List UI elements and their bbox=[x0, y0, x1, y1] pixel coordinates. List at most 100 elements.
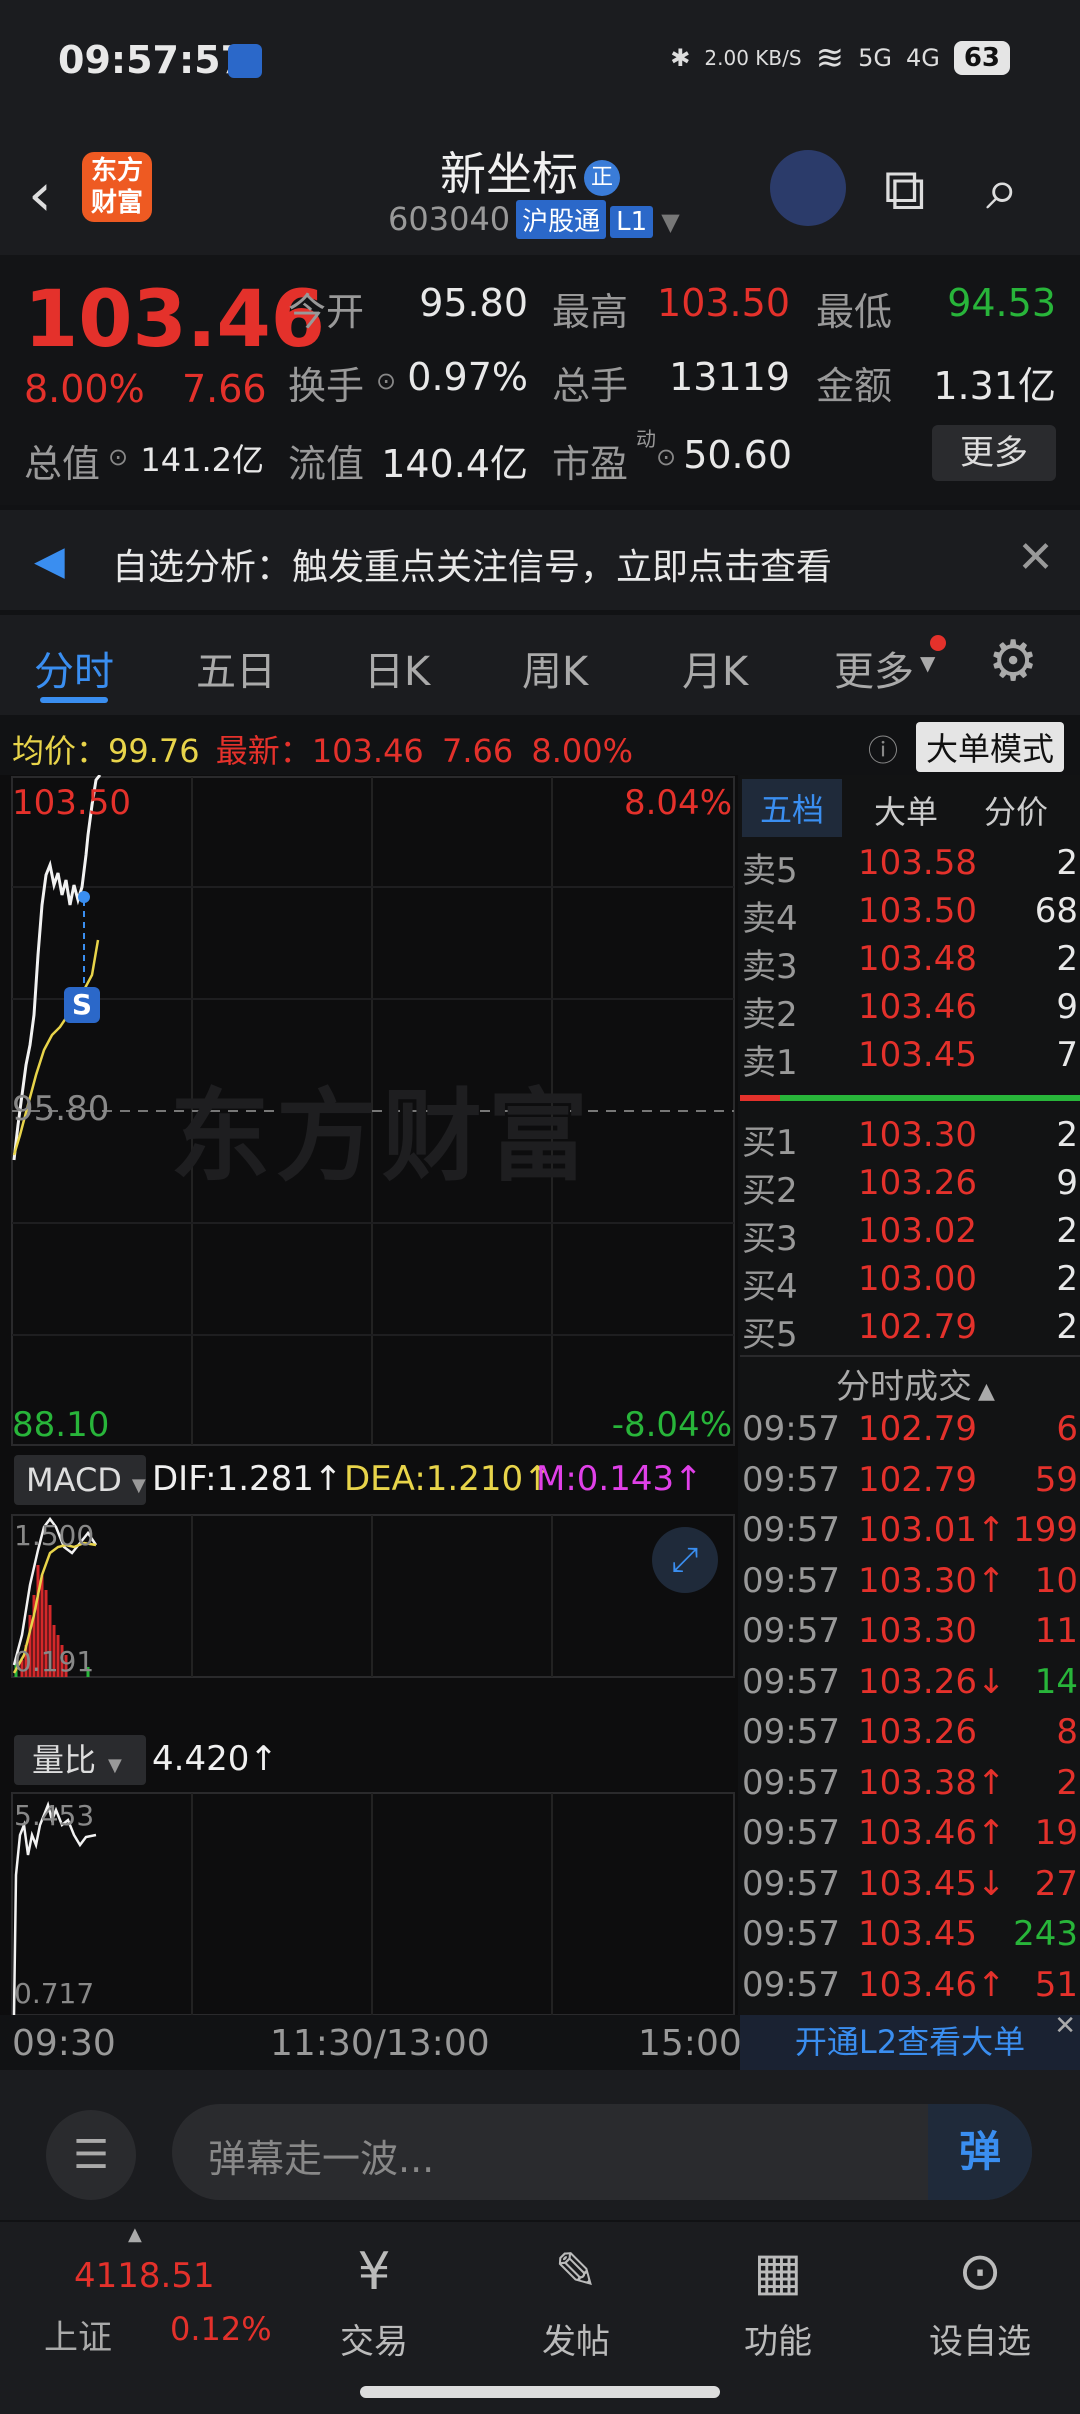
share-icon[interactable]: ⧉ bbox=[884, 155, 925, 224]
close-icon[interactable]: ✕ bbox=[1054, 2011, 1076, 2041]
tab-week-k[interactable]: 周K bbox=[522, 639, 588, 697]
nav-trade[interactable]: ¥ 交易 bbox=[294, 2242, 454, 2363]
index-ticker[interactable]: 4118.51 bbox=[74, 2256, 215, 2296]
info-icon[interactable]: ⊙ bbox=[108, 443, 128, 471]
big-order-mode-button[interactable]: 大单模式 bbox=[915, 722, 1064, 772]
trade-row: 09:57 103.46↑ 19 bbox=[740, 1813, 1080, 1863]
sell-level-row[interactable]: 卖2 103.46 9 bbox=[740, 987, 1080, 1035]
nav-post[interactable]: ✎ 发帖 bbox=[496, 2242, 656, 2363]
chevron-down-icon: ▼ bbox=[131, 1475, 146, 1496]
macd-selector[interactable]: MACD ▼ bbox=[14, 1455, 146, 1505]
status-time: 09:57:57 bbox=[58, 38, 248, 82]
pe-label: 市盈 bbox=[552, 442, 629, 486]
vr-value: 4.420↑ bbox=[152, 1739, 278, 1779]
search-icon[interactable]: ⌕ bbox=[986, 155, 1018, 224]
danmaku-toggle-button[interactable]: 弹 bbox=[928, 2104, 1032, 2200]
signal-4g: 4G bbox=[905, 44, 940, 72]
vr-selector[interactable]: 量比 ▼ bbox=[14, 1735, 146, 1785]
tab-more[interactable]: 更多 bbox=[834, 639, 914, 697]
nav-functions[interactable]: ▦ 功能 bbox=[698, 2242, 858, 2363]
trade-price: 103.46↑ bbox=[858, 1964, 1006, 2005]
tab-intraday[interactable]: 分时 bbox=[34, 639, 114, 697]
amount-value: 1.31亿 bbox=[933, 364, 1056, 408]
buy-level-row[interactable]: 买1 103.30 2 bbox=[740, 1115, 1080, 1163]
tab-five-levels[interactable]: 五档 bbox=[742, 779, 843, 837]
pe-sup: 动 bbox=[636, 427, 656, 451]
order-book-panel: 五档 大单 分价 卖5 103.58 2 卖4 103.50 68 卖3 103.48 2 卖2 1… bbox=[740, 775, 1080, 2070]
level-price: 103.30 bbox=[858, 1115, 977, 1155]
info-icon[interactable]: ⊙ bbox=[376, 367, 396, 395]
signal-s-marker[interactable]: S bbox=[64, 987, 100, 1023]
gear-icon[interactable]: ⚙ bbox=[988, 629, 1038, 694]
notice-banner[interactable]: ◀ 自选分析：触发重点关注信号，立即点击查看 ✕ bbox=[0, 510, 1080, 610]
notification-dot bbox=[930, 635, 946, 651]
tab-day-k[interactable]: 日K bbox=[364, 639, 430, 697]
l2-upgrade-button[interactable]: 开通L2查看大单 ✕ bbox=[740, 2011, 1080, 2070]
chart-top-pct: 8.04% bbox=[623, 783, 732, 823]
tab-five-day[interactable]: 五日 bbox=[196, 639, 276, 697]
home-indicator[interactable] bbox=[360, 2386, 720, 2398]
signal-5g: 5G bbox=[858, 44, 892, 72]
more-button[interactable]: 更多 bbox=[932, 425, 1056, 481]
robot-assistant-icon[interactable] bbox=[770, 150, 846, 226]
buy-level-row[interactable]: 买4 103.00 2 bbox=[740, 1259, 1080, 1307]
level-label: 卖1 bbox=[742, 1043, 798, 1083]
chart-tabs: 分时 五日 日K 周K 月K 更多 ▼ ⚙ bbox=[0, 615, 1080, 715]
macd-top: 1.500 bbox=[14, 1519, 95, 1552]
nav-add-watchlist[interactable]: ⊙ 设自选 bbox=[900, 2242, 1060, 2363]
trade-time: 09:57 bbox=[742, 1510, 840, 1550]
buy-level-row[interactable]: 买2 103.26 9 bbox=[740, 1163, 1080, 1211]
chevron-down-icon: ▼ bbox=[661, 208, 680, 236]
expand-icon[interactable]: ⤢ bbox=[652, 1527, 718, 1593]
chart-bottom-price: 88.10 bbox=[12, 1405, 110, 1445]
sell-level-row[interactable]: 卖4 103.50 68 bbox=[740, 891, 1080, 939]
logo-line2: 财富 bbox=[90, 188, 143, 218]
tab-big-orders[interactable]: 大单 bbox=[874, 787, 938, 833]
trade-icon: ¥ bbox=[357, 2242, 391, 2302]
volume-label: 总手 bbox=[552, 364, 629, 408]
buy-level-row[interactable]: 买3 103.02 2 bbox=[740, 1211, 1080, 1259]
trade-row: 09:57 103.26 8 bbox=[740, 1712, 1080, 1762]
status-bar: 09:57:57 ✱ 2.00 KB/S ≋ 5G 4G 63 bbox=[0, 0, 1080, 130]
nav-post-label: 发帖 bbox=[542, 2322, 610, 2362]
sell-level-row[interactable]: 卖3 103.48 2 bbox=[740, 939, 1080, 987]
latest-label: 最新： bbox=[215, 732, 312, 770]
notice-text[interactable]: 自选分析：触发重点关注信号，立即点击查看 bbox=[112, 538, 832, 590]
stock-code[interactable]: 603040 沪股通 L1 ▼ bbox=[388, 200, 680, 239]
intraday-chart[interactable]: 东方财富 103.50 8.04% 95.80 88.10 -8.04% S M… bbox=[0, 775, 738, 2015]
trade-volume: 11 bbox=[1034, 1611, 1078, 1651]
level-volume: 2 bbox=[1056, 843, 1078, 883]
info-icon[interactable]: ⊙ bbox=[656, 443, 676, 471]
edit-icon: ✎ bbox=[554, 2242, 598, 2302]
turnover-value: 0.97% bbox=[407, 355, 528, 399]
trade-row: 09:57 103.45↓ 27 bbox=[740, 1864, 1080, 1914]
tab-month-k[interactable]: 月K bbox=[682, 639, 748, 697]
level-price: 103.45 bbox=[858, 1035, 977, 1075]
comment-input[interactable]: 弹幕走一波... 弹 bbox=[172, 2104, 1032, 2200]
help-icon[interactable]: ⓘ bbox=[868, 726, 898, 770]
macd-label: MACD bbox=[26, 1461, 122, 1499]
trade-volume: 51 bbox=[1034, 1964, 1078, 2005]
buy-level-row[interactable]: 买5 102.79 2 bbox=[740, 1307, 1080, 1355]
sell-level-row[interactable]: 卖1 103.45 7 bbox=[740, 1035, 1080, 1083]
level-label: 买2 bbox=[742, 1171, 798, 1211]
tab-price-dist[interactable]: 分价 bbox=[984, 787, 1048, 833]
trades-title[interactable]: 分时成交 ▲ bbox=[836, 1359, 995, 1408]
trade-volume: 6 bbox=[1056, 1409, 1078, 1449]
level-label: 卖4 bbox=[742, 899, 798, 939]
float-label: 流值 bbox=[288, 442, 365, 486]
level-volume: 2 bbox=[1056, 1115, 1078, 1155]
sell-level-row[interactable]: 卖5 103.58 2 bbox=[740, 843, 1080, 891]
close-icon[interactable]: ✕ bbox=[1017, 532, 1054, 583]
code-text: 603040 bbox=[388, 200, 511, 238]
macd-m: M:0.143↑ bbox=[536, 1459, 703, 1499]
danmaku-settings-icon[interactable]: ☰ bbox=[46, 2110, 136, 2200]
level-tag: L1 bbox=[610, 206, 654, 238]
level-volume: 9 bbox=[1056, 1163, 1078, 1203]
trade-price: 102.79 bbox=[858, 1409, 977, 1449]
time-axis: 09:30 11:30/13:00 15:00 bbox=[0, 2015, 742, 2070]
back-icon[interactable]: ‹ bbox=[28, 160, 52, 230]
turnover-label: 换手 bbox=[288, 364, 365, 408]
net-speed: 2.00 KB/S bbox=[704, 46, 802, 70]
chevron-up-icon: ▲ bbox=[128, 2224, 142, 2245]
